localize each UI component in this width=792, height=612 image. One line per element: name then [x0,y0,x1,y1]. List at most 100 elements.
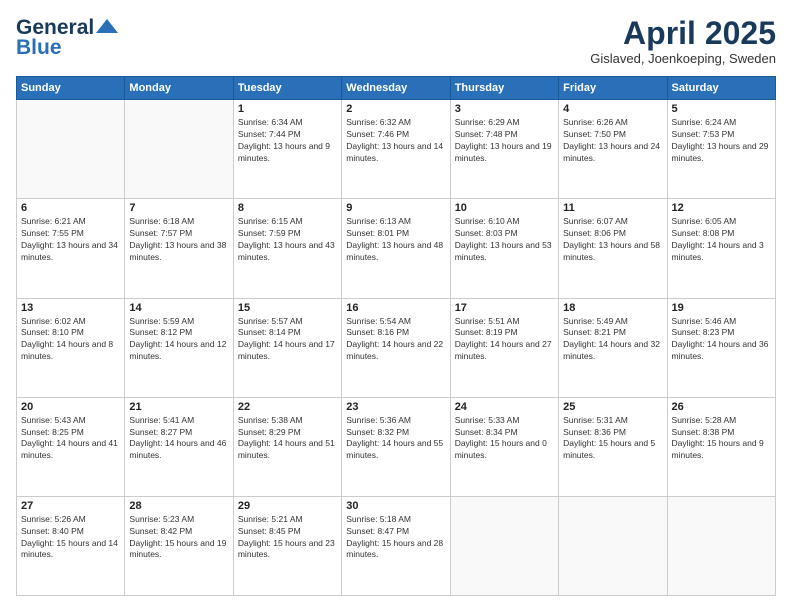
calendar-cell: 26 Sunrise: 5:28 AMSunset: 8:38 PMDayligh… [667,397,775,496]
cell-details: Sunrise: 5:54 AMSunset: 8:16 PMDaylight:… [346,316,445,364]
cell-details: Sunrise: 5:57 AMSunset: 8:14 PMDaylight:… [238,316,337,364]
calendar-cell: 21 Sunrise: 5:41 AMSunset: 8:27 PMDayligh… [125,397,233,496]
calendar-cell [450,496,558,595]
col-wednesday: Wednesday [342,77,450,100]
day-number: 19 [672,302,771,314]
day-number: 27 [21,500,120,512]
calendar-week-row: 27 Sunrise: 5:26 AMSunset: 8:40 PMDayligh… [17,496,776,595]
day-number: 21 [129,401,228,413]
calendar-cell: 13 Sunrise: 6:02 AMSunset: 8:10 PMDayligh… [17,298,125,397]
cell-details: Sunrise: 5:43 AMSunset: 8:25 PMDaylight:… [21,415,120,463]
calendar-cell: 17 Sunrise: 5:51 AMSunset: 8:19 PMDayligh… [450,298,558,397]
day-number: 24 [455,401,554,413]
calendar-cell: 6 Sunrise: 6:21 AMSunset: 7:55 PMDaylight… [17,199,125,298]
calendar-cell: 30Sunrise: 5:18 AMSunset: 8:47 PMDayligh… [342,496,450,595]
day-number: 6 [21,202,120,214]
cell-details: Sunrise: 6:15 AMSunset: 7:59 PMDaylight:… [238,216,337,264]
day-number: 12 [672,202,771,214]
calendar-cell: 23 Sunrise: 5:36 AMSunset: 8:32 PMDayligh… [342,397,450,496]
cell-details: Sunrise: 5:41 AMSunset: 8:27 PMDaylight:… [129,415,228,463]
calendar-cell: 27 Sunrise: 5:26 AMSunset: 8:40 PMDayligh… [17,496,125,595]
calendar-week-row: 13 Sunrise: 6:02 AMSunset: 8:10 PMDayligh… [17,298,776,397]
cell-details: Sunrise: 5:49 AMSunset: 8:21 PMDaylight:… [563,316,662,364]
calendar-cell: 28 Sunrise: 5:23 AMSunset: 8:42 PMDayligh… [125,496,233,595]
cell-details: Sunrise: 5:28 AMSunset: 8:38 PMDaylight:… [672,415,771,463]
col-tuesday: Tuesday [233,77,341,100]
calendar-cell: 4Sunrise: 6:26 AMSunset: 7:50 PMDaylight… [559,100,667,199]
calendar-cell: 14 Sunrise: 5:59 AMSunset: 8:12 PMDayligh… [125,298,233,397]
day-number: 18 [563,302,662,314]
cell-details: Sunrise: 5:38 AMSunset: 8:29 PMDaylight:… [238,415,337,463]
day-number: 26 [672,401,771,413]
col-thursday: Thursday [450,77,558,100]
calendar-cell: 20 Sunrise: 5:43 AMSunset: 8:25 PMDayligh… [17,397,125,496]
day-number: 17 [455,302,554,314]
header-right: April 2025 Gislaved, Joenkoeping, Sweden [590,16,776,66]
cell-details: Sunrise: 6:07 AMSunset: 8:06 PMDaylight:… [563,216,662,264]
month-title: April 2025 [590,16,776,51]
cell-details: Sunrise: 6:26 AMSunset: 7:50 PMDaylight:… [563,117,662,165]
header: General Blue April 2025 Gislaved, Joenko… [16,16,776,66]
day-number: 14 [129,302,228,314]
calendar-cell: 5 Sunrise: 6:24 AMSunset: 7:53 PMDaylight… [667,100,775,199]
cell-details: Sunrise: 6:13 AMSunset: 8:01 PMDaylight:… [346,216,445,264]
day-number: 23 [346,401,445,413]
day-number: 5 [672,103,771,115]
logo-icon [96,19,118,38]
cell-details: Sunrise: 6:10 AMSunset: 8:03 PMDaylight:… [455,216,554,264]
calendar-cell: 19 Sunrise: 5:46 AMSunset: 8:23 PMDayligh… [667,298,775,397]
cell-details: Sunrise: 6:24 AMSunset: 7:53 PMDaylight:… [672,117,771,165]
cell-details: Sunrise: 5:18 AMSunset: 8:47 PMDaylight:… [346,514,445,562]
cell-details: Sunrise: 5:51 AMSunset: 8:19 PMDaylight:… [455,316,554,364]
calendar-cell: 8 Sunrise: 6:15 AMSunset: 7:59 PMDaylight… [233,199,341,298]
calendar-cell: 15 Sunrise: 5:57 AMSunset: 8:14 PMDayligh… [233,298,341,397]
cell-details: Sunrise: 5:36 AMSunset: 8:32 PMDaylight:… [346,415,445,463]
logo: General Blue [16,16,120,60]
cell-details: Sunrise: 5:26 AMSunset: 8:40 PMDaylight:… [21,514,120,562]
day-number: 10 [455,202,554,214]
day-number: 16 [346,302,445,314]
location: Gislaved, Joenkoeping, Sweden [590,51,776,66]
day-number: 8 [238,202,337,214]
day-number: 15 [238,302,337,314]
calendar-cell: 18 Sunrise: 5:49 AMSunset: 8:21 PMDayligh… [559,298,667,397]
day-number: 7 [129,202,228,214]
day-number: 20 [21,401,120,413]
calendar-cell: 9Sunrise: 6:13 AMSunset: 8:01 PMDaylight… [342,199,450,298]
cell-details: Sunrise: 5:46 AMSunset: 8:23 PMDaylight:… [672,316,771,364]
calendar-cell: 25Sunrise: 5:31 AMSunset: 8:36 PMDayligh… [559,397,667,496]
calendar-cell: 24 Sunrise: 5:33 AMSunset: 8:34 PMDayligh… [450,397,558,496]
cell-details: Sunrise: 6:02 AMSunset: 8:10 PMDaylight:… [21,316,120,364]
day-number: 11 [563,202,662,214]
calendar-cell: 11 Sunrise: 6:07 AMSunset: 8:06 PMDayligh… [559,199,667,298]
calendar-header-row: Sunday Monday Tuesday Wednesday Thursday… [17,77,776,100]
cell-details: Sunrise: 6:21 AMSunset: 7:55 PMDaylight:… [21,216,120,264]
day-number: 29 [238,500,337,512]
cell-details: Sunrise: 6:05 AMSunset: 8:08 PMDaylight:… [672,216,771,264]
cell-details: Sunrise: 6:18 AMSunset: 7:57 PMDaylight:… [129,216,228,264]
calendar-cell: 29Sunrise: 5:21 AMSunset: 8:45 PMDayligh… [233,496,341,595]
calendar-cell: 3Sunrise: 6:29 AMSunset: 7:48 PMDaylight… [450,100,558,199]
page: General Blue April 2025 Gislaved, Joenko… [0,0,792,612]
cell-details: Sunrise: 5:31 AMSunset: 8:36 PMDaylight:… [563,415,662,463]
calendar-cell: 1Sunrise: 6:34 AMSunset: 7:44 PMDaylight… [233,100,341,199]
day-number: 28 [129,500,228,512]
calendar-cell: 16 Sunrise: 5:54 AMSunset: 8:16 PMDayligh… [342,298,450,397]
cell-details: Sunrise: 5:33 AMSunset: 8:34 PMDaylight:… [455,415,554,463]
calendar-table: Sunday Monday Tuesday Wednesday Thursday… [16,76,776,596]
day-number: 22 [238,401,337,413]
cell-details: Sunrise: 5:59 AMSunset: 8:12 PMDaylight:… [129,316,228,364]
col-monday: Monday [125,77,233,100]
calendar-week-row: 6 Sunrise: 6:21 AMSunset: 7:55 PMDaylight… [17,199,776,298]
calendar-cell [559,496,667,595]
day-number: 13 [21,302,120,314]
cell-details: Sunrise: 6:32 AMSunset: 7:46 PMDaylight:… [346,117,445,165]
cell-details: Sunrise: 6:29 AMSunset: 7:48 PMDaylight:… [455,117,554,165]
cell-details: Sunrise: 5:23 AMSunset: 8:42 PMDaylight:… [129,514,228,562]
day-number: 1 [238,103,337,115]
day-number: 2 [346,103,445,115]
col-sunday: Sunday [17,77,125,100]
calendar-cell: 10 Sunrise: 6:10 AMSunset: 8:03 PMDayligh… [450,199,558,298]
col-saturday: Saturday [667,77,775,100]
calendar-cell [667,496,775,595]
